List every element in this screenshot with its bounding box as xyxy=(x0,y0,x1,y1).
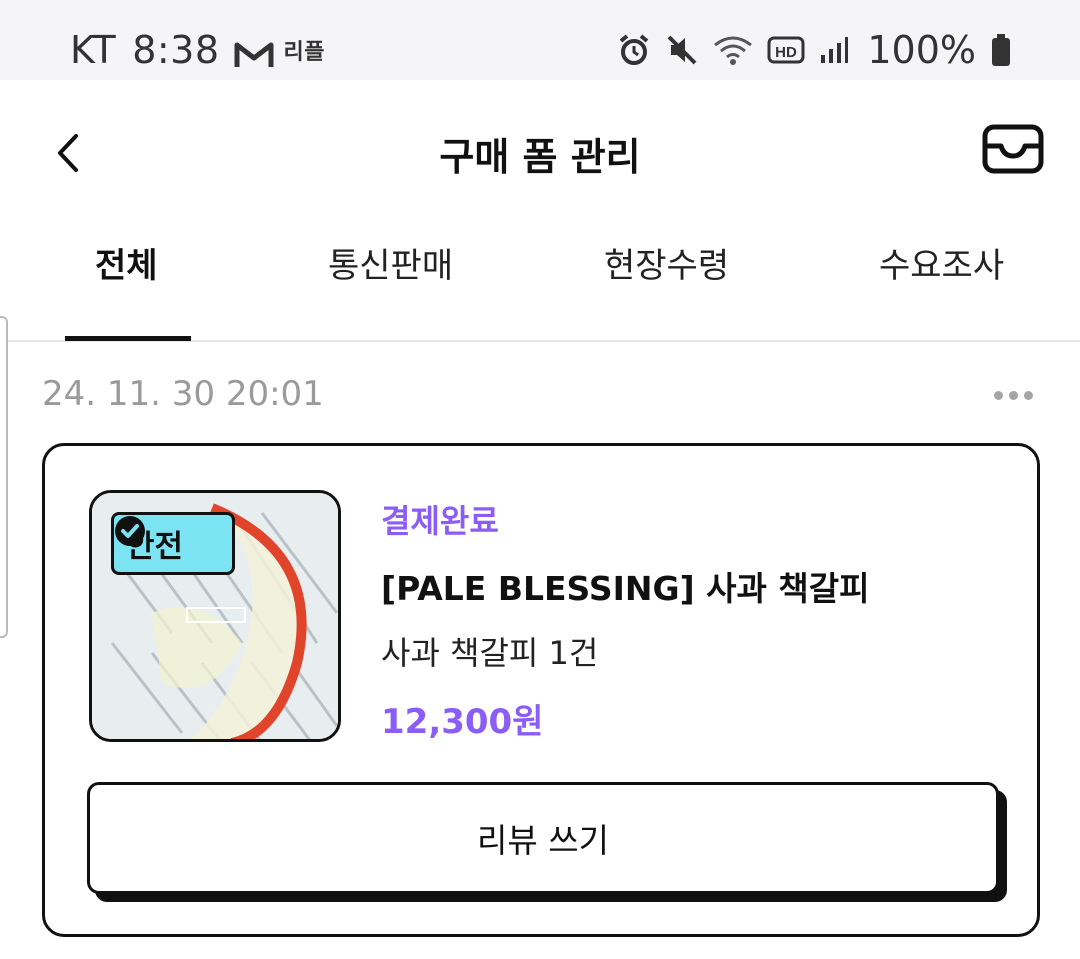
check-circle-icon xyxy=(115,516,145,546)
app-notification-label: 리플 xyxy=(283,40,326,65)
tab-mail-order[interactable]: 통신판매 xyxy=(328,238,453,287)
active-tab-indicator xyxy=(65,336,191,341)
order-card[interactable]: 안전 결제완료 [PALE BLESSING] 사과 책갈피 사과 책갈피 1건… xyxy=(42,443,1040,937)
inbox-icon xyxy=(982,124,1044,174)
product-option: 사과 책갈피 1건 xyxy=(381,634,599,672)
status-bar-right: HD 100% xyxy=(617,28,1012,72)
status-bar: KT 8:38 리플 HD 100% xyxy=(0,0,1080,80)
battery-icon xyxy=(990,33,1012,67)
more-horizontal-icon xyxy=(993,390,1003,400)
tab-demand-survey[interactable]: 수요조사 xyxy=(879,238,1004,287)
inbox-button[interactable] xyxy=(982,124,1046,176)
status-bar-left: KT 8:38 리플 xyxy=(70,28,325,72)
signal-icon xyxy=(819,35,849,65)
carrier-label: KT xyxy=(70,28,117,72)
safe-badge: 안전 xyxy=(111,512,235,575)
app-header: 구매 폼 관리 xyxy=(0,80,1080,220)
tab-onsite-pickup[interactable]: 현장수령 xyxy=(604,238,729,287)
hd-icon: HD xyxy=(767,35,805,65)
tab-bar: 전체 통신판매 현장수령 수요조사 xyxy=(0,220,1080,342)
product-name: [PALE BLESSING] 사과 책갈피 xyxy=(381,569,870,608)
payment-status: 결제완료 xyxy=(381,502,499,540)
order-date: 24. 11. 30 20:01 xyxy=(42,374,324,414)
page-title: 구매 폼 관리 xyxy=(439,135,641,179)
mute-icon xyxy=(665,33,699,67)
edge-panel-handle[interactable] xyxy=(0,316,8,638)
battery-percent: 100% xyxy=(867,28,976,72)
wifi-icon xyxy=(713,33,753,67)
alarm-icon xyxy=(617,33,651,67)
write-review-button[interactable]: 리뷰 쓰기 xyxy=(87,782,999,894)
svg-text:HD: HD xyxy=(776,44,798,61)
order-price: 12,300원 xyxy=(381,702,544,742)
tab-all[interactable]: 전체 xyxy=(95,238,158,287)
product-thumbnail: 안전 xyxy=(89,490,341,742)
gmail-icon xyxy=(234,35,274,67)
more-options-button[interactable] xyxy=(988,380,1038,410)
clock: 8:38 xyxy=(132,28,220,72)
